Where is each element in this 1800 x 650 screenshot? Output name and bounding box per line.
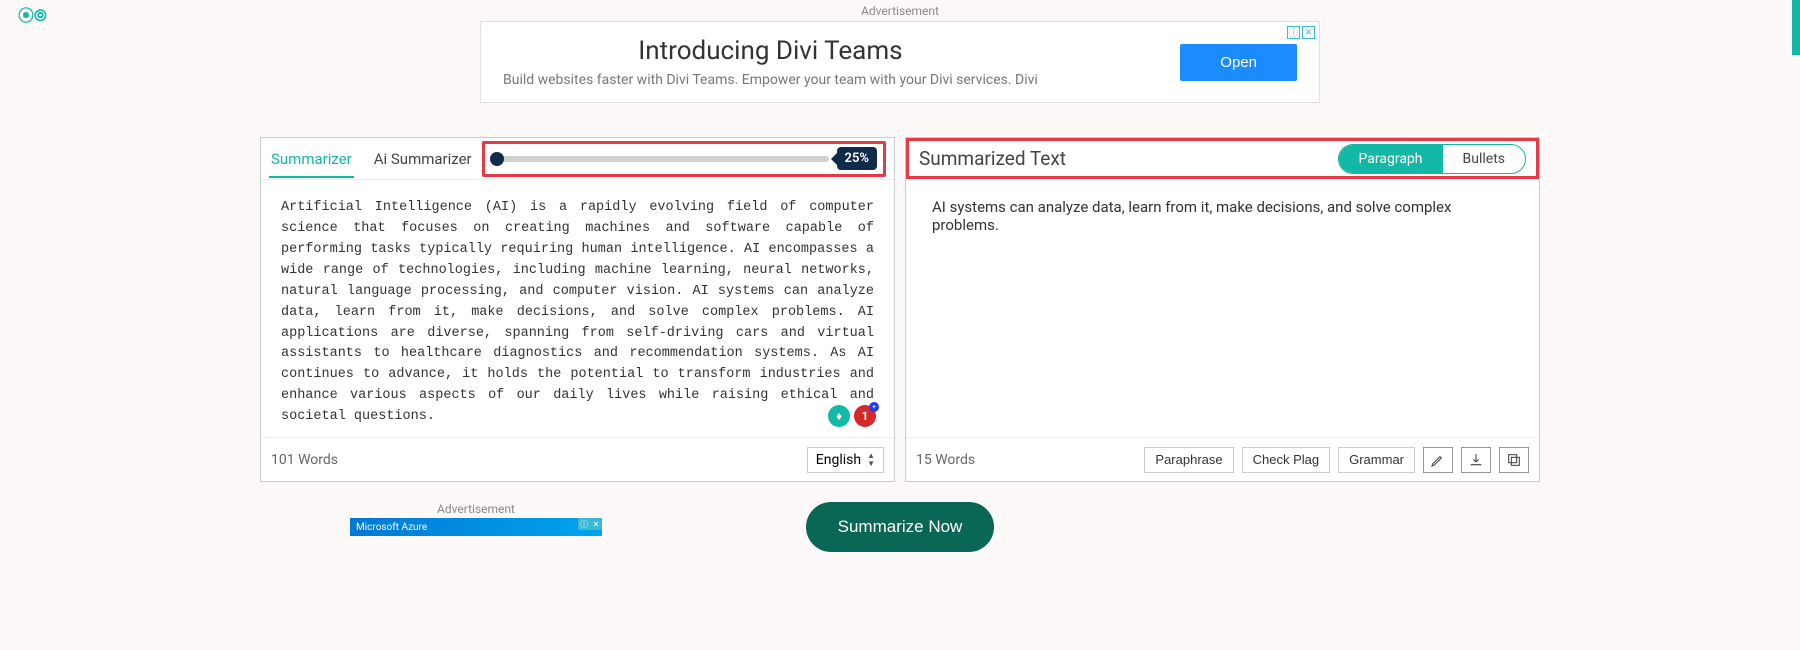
output-title: Summarized Text [919, 147, 1066, 170]
top-ad-banner[interactable]: Introducing Divi Teams Build websites fa… [480, 21, 1320, 103]
bottom-ad-banner[interactable]: Microsoft Azure ⓘ ✕ [350, 518, 602, 536]
stepper-icon: ▲▼ [867, 452, 875, 468]
output-header-highlight: Summarized Text Paragraph Bullets [906, 138, 1539, 179]
alert-count: 1 [862, 409, 869, 423]
output-word-count: 15 Words [916, 452, 975, 468]
input-footer: 101 Words English ▲▼ [261, 437, 894, 481]
toggle-bullets[interactable]: Bullets [1443, 145, 1525, 173]
length-slider-value: 25% [837, 147, 877, 170]
ad-close-icon[interactable]: ✕ [1302, 26, 1315, 39]
ad-text-block: Introducing Divi Teams Build websites fa… [503, 36, 1038, 88]
output-text[interactable]: AI systems can analyze data, learn from … [926, 198, 1519, 234]
language-select[interactable]: English ▲▼ [807, 447, 884, 473]
check-plag-button[interactable]: Check Plag [1242, 447, 1330, 473]
summarize-now-button[interactable]: Summarize Now [806, 502, 995, 552]
tab-ai-summarizer[interactable]: Ai Summarizer [372, 140, 474, 178]
alert-badge-dot: + [869, 402, 879, 412]
input-pane: Summarizer Ai Summarizer 25% Artificial … [260, 137, 895, 482]
bottom-ad-section: Advertisement Microsoft Azure ⓘ ✕ [350, 502, 602, 536]
output-pane: Summarized Text Paragraph Bullets AI sys… [905, 137, 1540, 482]
download-icon[interactable] [1461, 447, 1491, 473]
input-word-count: 101 Words [271, 452, 338, 468]
length-slider-thumb[interactable] [490, 152, 504, 166]
bottom-ad-controls: ⓘ ✕ [578, 518, 602, 530]
edit-icon[interactable] [1423, 447, 1453, 473]
output-mode-toggle: Paragraph Bullets [1338, 144, 1526, 174]
top-ad-section: Advertisement Introducing Divi Teams Bui… [0, 0, 1800, 107]
bottom-ad-text: Microsoft Azure [356, 522, 427, 533]
input-body: Artificial Intelligence (AI) is a rapidl… [261, 180, 894, 437]
copy-icon[interactable] [1499, 447, 1529, 473]
ad-label: Advertisement [0, 4, 1800, 18]
toggle-paragraph[interactable]: Paragraph [1339, 145, 1443, 173]
ad-info-icon[interactable]: ⓘ [1287, 26, 1300, 39]
mode-tabs: Summarizer Ai Summarizer [261, 140, 474, 178]
language-value: English [816, 452, 861, 468]
input-pane-header: Summarizer Ai Summarizer 25% [261, 138, 894, 180]
floating-tools: ♦ 1 + [828, 405, 876, 427]
ad-subtitle: Build websites faster with Divi Teams. E… [503, 72, 1038, 88]
paraphrase-button[interactable]: Paraphrase [1144, 447, 1233, 473]
bottom-ad-info-icon[interactable]: ⓘ [578, 518, 590, 530]
alert-icon[interactable]: 1 + [854, 405, 876, 427]
output-body: AI systems can analyze data, learn from … [906, 180, 1539, 437]
output-pane-header: Summarized Text Paragraph Bullets [906, 138, 1539, 180]
bottom-ad-label: Advertisement [350, 502, 602, 516]
ad-controls: ⓘ ✕ [1287, 26, 1315, 39]
main-panel: Summarizer Ai Summarizer 25% Artificial … [260, 137, 1540, 482]
bottom-row: Advertisement Microsoft Azure ⓘ ✕ Summar… [260, 502, 1540, 552]
ad-title: Introducing Divi Teams [503, 36, 1038, 66]
output-footer: 15 Words Paraphrase Check Plag Grammar [906, 437, 1539, 481]
length-slider-track[interactable] [491, 156, 829, 162]
length-slider-box: 25% [482, 141, 886, 177]
input-textarea[interactable]: Artificial Intelligence (AI) is a rapidl… [281, 198, 874, 428]
bottom-ad-close-icon[interactable]: ✕ [590, 518, 602, 530]
ad-open-button[interactable]: Open [1180, 44, 1297, 81]
brand-logo: ⦿⦾ [18, 2, 47, 26]
hint-icon[interactable]: ♦ [828, 405, 850, 427]
side-accent-strip [1792, 0, 1800, 55]
output-actions: Paraphrase Check Plag Grammar [1144, 447, 1529, 473]
grammar-button[interactable]: Grammar [1338, 447, 1415, 473]
tab-summarizer[interactable]: Summarizer [269, 140, 354, 178]
